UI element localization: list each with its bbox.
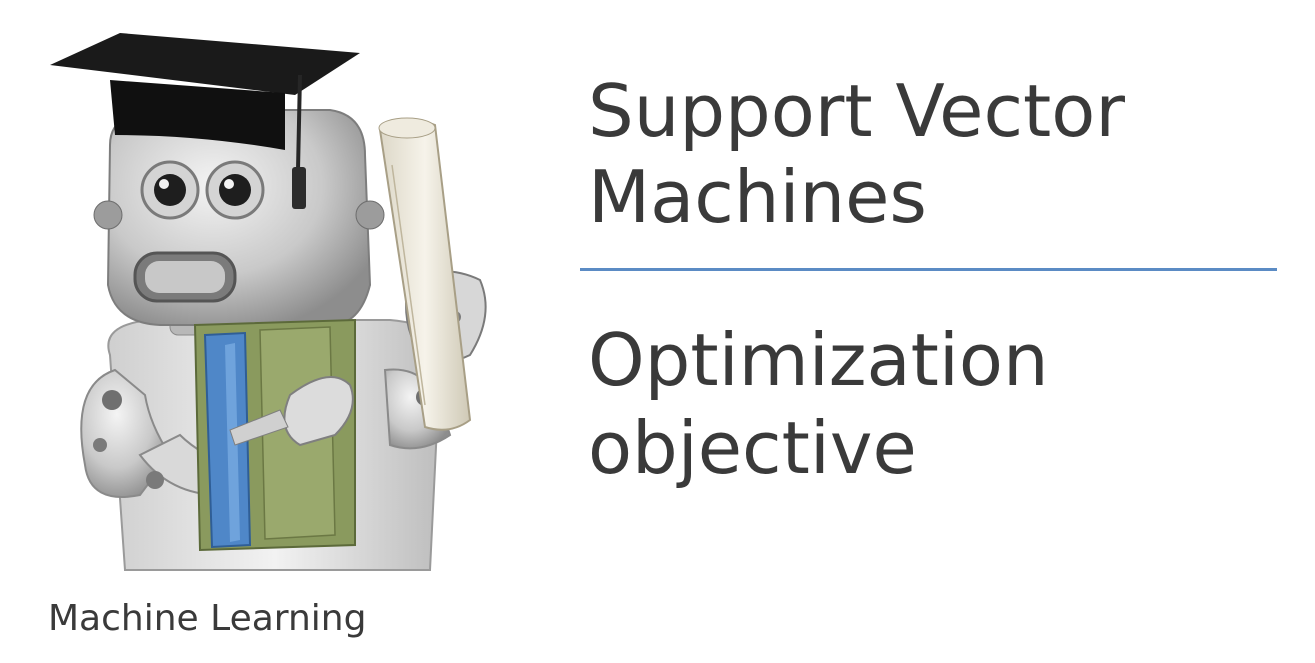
slide: Support Vector Machines Optimization obj… [0,0,1315,663]
title-divider [580,268,1277,271]
course-name: Machine Learning [48,598,367,639]
title-line-1: Support Vector [588,69,1125,153]
subtitle-line-2: objective [588,406,917,490]
title-line-2: Machines [588,155,927,239]
slide-title: Support Vector Machines [588,68,1125,240]
slide-subtitle: Optimization objective [588,316,1049,492]
subtitle-line-1: Optimization [588,318,1049,402]
graduate-robot-icon [30,25,530,585]
